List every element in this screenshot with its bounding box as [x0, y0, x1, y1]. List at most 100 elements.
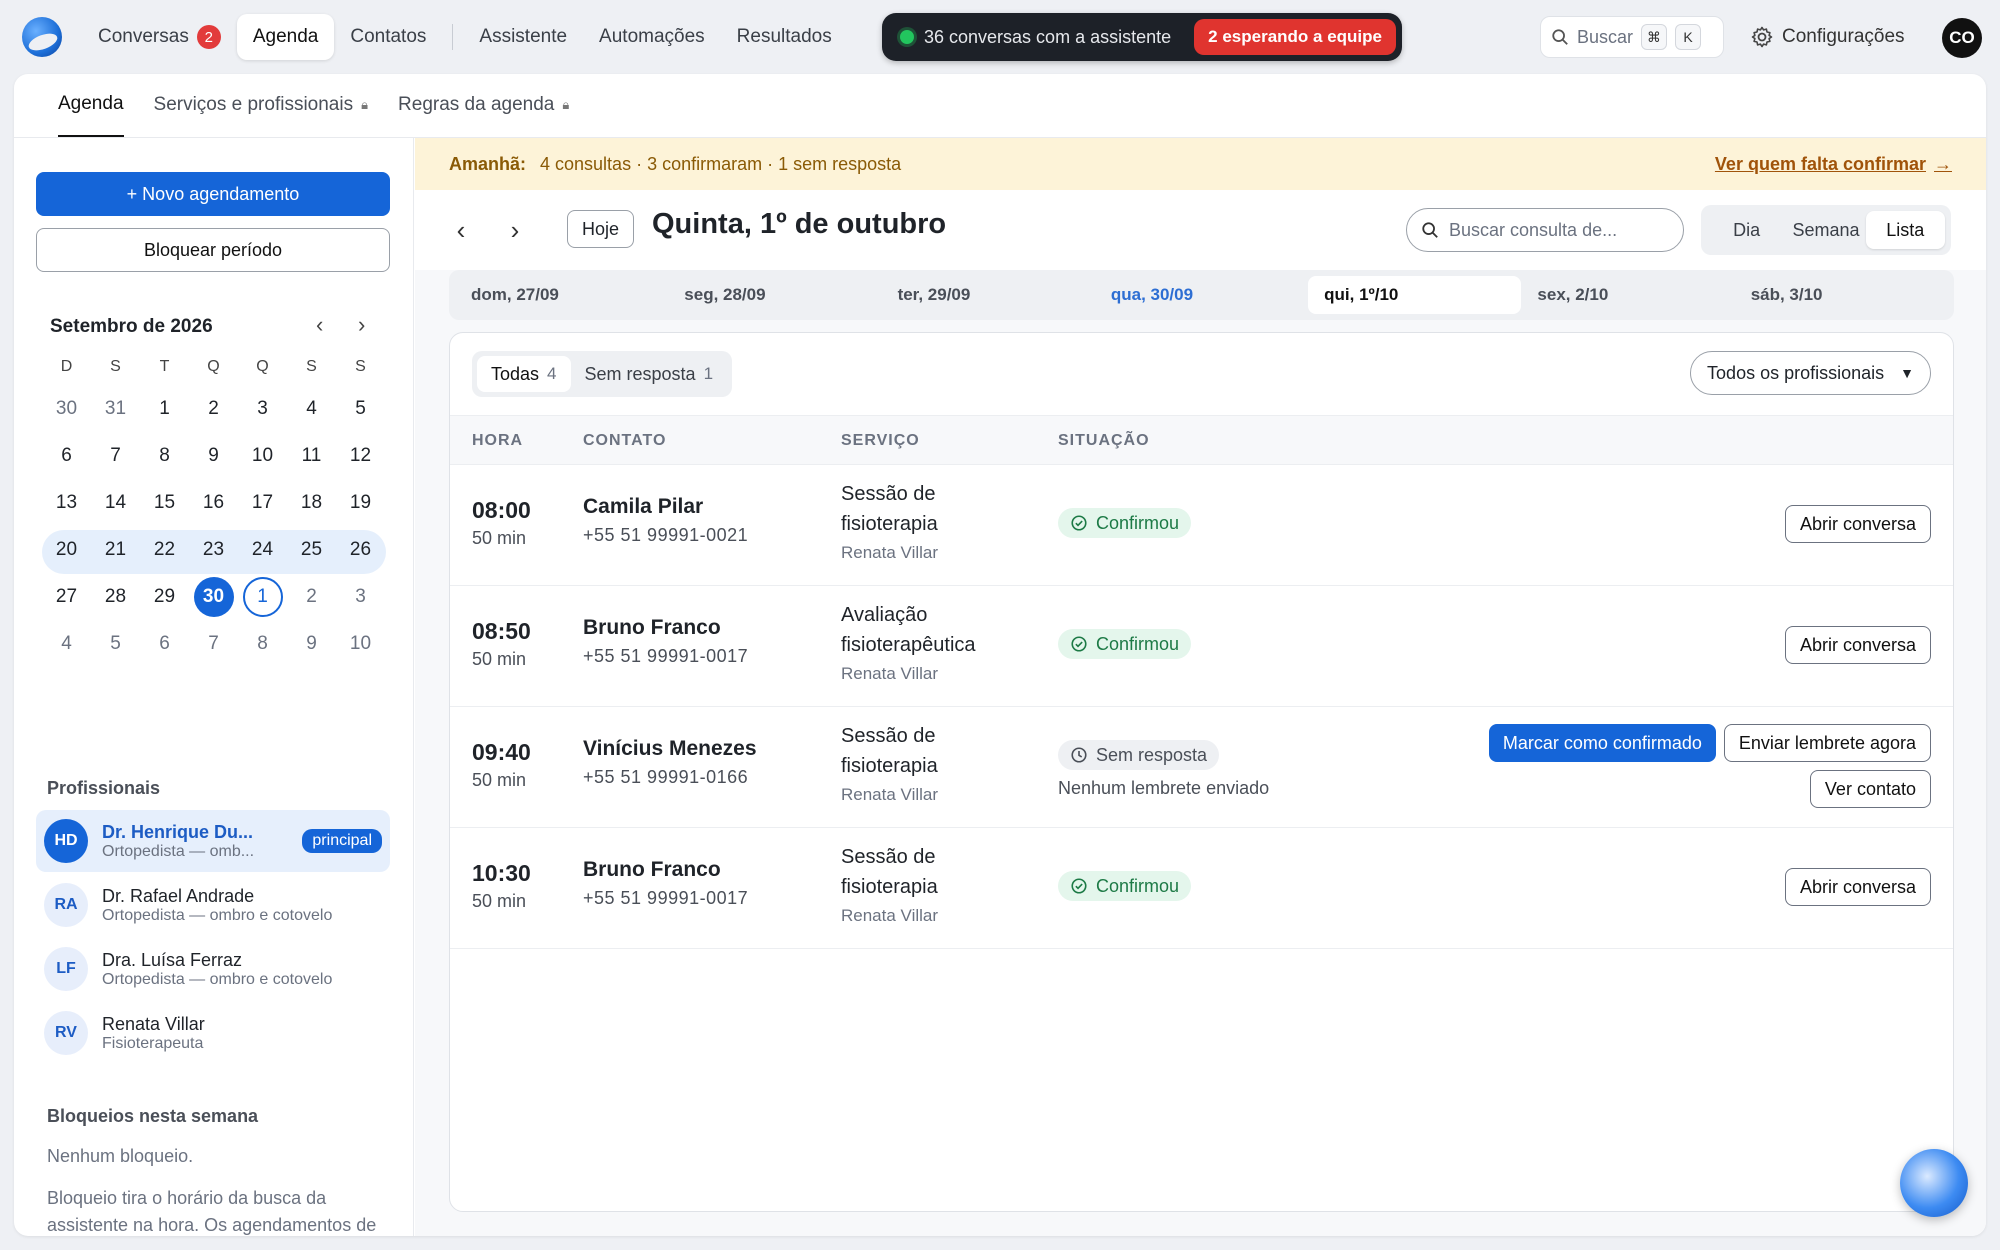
contact-name[interactable]: Bruno Franco	[583, 858, 748, 882]
view-day-button[interactable]: Dia	[1707, 211, 1786, 249]
professional-item[interactable]: RA Dr. Rafael Andrade Ortopedista — ombro …	[36, 874, 390, 936]
calendar-day[interactable]: 30	[42, 389, 91, 429]
week-day-tab[interactable]: ter, 29/09	[882, 276, 1095, 314]
assistant-status-pill[interactable]: 36 conversas com a assistente 2 esperand…	[882, 13, 1402, 61]
today-button[interactable]: Hoje	[567, 210, 635, 248]
calendar-day[interactable]: 7	[91, 436, 140, 476]
professional-filter-select[interactable]: Todos os profissionais ▼	[1690, 351, 1931, 395]
appointment-search-input[interactable]: Buscar consulta de...	[1406, 208, 1684, 252]
nav-automacoes[interactable]: Automações	[583, 14, 721, 60]
calendar-day[interactable]: 9	[287, 624, 336, 664]
calendar-day[interactable]: 12	[336, 436, 385, 476]
calendar-day-number: 5	[110, 633, 121, 654]
calendar-day[interactable]: 25	[287, 530, 336, 570]
calendar-day[interactable]: 23	[189, 530, 238, 570]
week-day-tab[interactable]: sáb, 3/10	[1735, 276, 1948, 314]
calendar-day[interactable]: 21	[91, 530, 140, 570]
tab-agenda[interactable]: Agenda	[58, 74, 124, 137]
professional-item[interactable]: LF Dra. Luísa Ferraz Ortopedista — ombro e…	[36, 938, 390, 1000]
week-day-tab[interactable]: qui, 1º/10	[1308, 276, 1522, 314]
chevron-left-icon[interactable]: ‹	[316, 312, 323, 338]
nav-contatos[interactable]: Contatos	[334, 14, 442, 60]
week-day-tab[interactable]: sex, 2/10	[1521, 276, 1734, 314]
calendar-day[interactable]: 17	[238, 483, 287, 523]
calendar-day[interactable]: 15	[140, 483, 189, 523]
settings-button[interactable]: Configurações	[1750, 16, 1905, 58]
open-conversation-button[interactable]: Abrir conversa	[1784, 626, 1931, 664]
calendar-day[interactable]: 19	[336, 483, 385, 523]
chevron-right-icon[interactable]: ›	[358, 312, 365, 338]
calendar-day[interactable]: 5	[91, 624, 140, 664]
calendar-day[interactable]: 6	[42, 436, 91, 476]
view-week-button[interactable]: Semana	[1786, 211, 1865, 249]
calendar-day[interactable]: 10	[238, 436, 287, 476]
calendar-day[interactable]: 4	[287, 389, 336, 429]
calendar-day[interactable]: 16	[189, 483, 238, 523]
calendar-day[interactable]: 27	[42, 577, 91, 617]
chevron-left-icon[interactable]: ‹	[445, 212, 477, 248]
nav-agenda[interactable]: Agenda	[236, 14, 335, 60]
view-contact-button[interactable]: Ver contato	[1809, 770, 1931, 808]
block-period-button[interactable]: Bloquear período	[36, 228, 390, 272]
calendar-day[interactable]: 4	[42, 624, 91, 664]
see-unconfirmed-link[interactable]: Ver quem falta confirmar →	[1715, 154, 1952, 175]
calendar-day[interactable]: 1	[238, 577, 287, 617]
contact-name[interactable]: Vinícius Menezes	[583, 737, 757, 761]
calendar-day[interactable]: 30	[189, 577, 238, 617]
filter-no-response[interactable]: Sem resposta 1	[571, 356, 728, 392]
nav-resultados[interactable]: Resultados	[721, 14, 848, 60]
chevron-right-icon[interactable]: ›	[499, 212, 531, 248]
calendar-day[interactable]: 11	[287, 436, 336, 476]
calendar-day[interactable]: 9	[189, 436, 238, 476]
calendar-day[interactable]: 8	[140, 436, 189, 476]
professional-role: Ortopedista — ombro e cotovelo	[102, 906, 333, 924]
calendar-day[interactable]: 1	[140, 389, 189, 429]
contact-name[interactable]: Camila Pilar	[583, 495, 748, 519]
calendar-day[interactable]: 2	[189, 389, 238, 429]
app-logo[interactable]	[22, 17, 62, 57]
calendar-day-number: 10	[349, 633, 372, 654]
tab-servicos-profissionais[interactable]: Serviços e profissionais 🔒︎	[154, 74, 369, 137]
week-day-tab[interactable]: seg, 28/09	[668, 276, 881, 314]
view-list-button[interactable]: Lista	[1865, 211, 1945, 249]
check-circle-icon	[1070, 877, 1088, 895]
calendar-day[interactable]: 13	[42, 483, 91, 523]
calendar-day[interactable]: 31	[91, 389, 140, 429]
contact-name[interactable]: Bruno Franco	[583, 616, 748, 640]
calendar-day[interactable]: 22	[140, 530, 189, 570]
status-cell: Confirmou	[1058, 508, 1192, 538]
calendar-day[interactable]: 3	[238, 389, 287, 429]
mark-confirmed-button[interactable]: Marcar como confirmado	[1488, 724, 1716, 762]
professional-info: Dra. Luísa Ferraz Ortopedista — ombro e c…	[102, 950, 382, 989]
tab-regras-agenda[interactable]: Regras da agenda 🔒︎	[398, 74, 569, 137]
week-day-tab[interactable]: qua, 30/09	[1095, 276, 1308, 314]
new-appointment-button[interactable]: + Novo agendamento	[36, 172, 390, 216]
calendar-day[interactable]: 6	[140, 624, 189, 664]
send-reminder-button[interactable]: Enviar lembrete agora	[1723, 724, 1931, 762]
calendar-day[interactable]: 24	[238, 530, 287, 570]
calendar-day[interactable]: 3	[336, 577, 385, 617]
open-conversation-button[interactable]: Abrir conversa	[1784, 505, 1931, 543]
user-avatar[interactable]: CO	[1942, 18, 1982, 58]
professional-item[interactable]: RV Renata Villar Fisioterapeuta	[36, 1002, 390, 1064]
calendar-day[interactable]: 29	[140, 577, 189, 617]
calendar-day[interactable]: 2	[287, 577, 336, 617]
calendar-day[interactable]: 7	[189, 624, 238, 664]
global-search[interactable]: Buscar ⌘ K	[1540, 16, 1724, 58]
calendar-day[interactable]: 18	[287, 483, 336, 523]
calendar-day[interactable]: 28	[91, 577, 140, 617]
calendar-day[interactable]: 26	[336, 530, 385, 570]
calendar-day[interactable]: 8	[238, 624, 287, 664]
open-conversation-button[interactable]: Abrir conversa	[1784, 868, 1931, 906]
nav-conversas[interactable]: Conversas 2	[82, 14, 237, 60]
nav-assistente[interactable]: Assistente	[463, 14, 583, 60]
filter-all[interactable]: Todas 4	[477, 356, 571, 392]
week-day-tab[interactable]: dom, 27/09	[455, 276, 668, 314]
assistant-chat-button[interactable]	[1900, 1149, 1968, 1217]
calendar-day[interactable]: 5	[336, 389, 385, 429]
calendar-day[interactable]: 20	[42, 530, 91, 570]
calendar-day[interactable]: 10	[336, 624, 385, 664]
calendar-day[interactable]: 14	[91, 483, 140, 523]
waiting-team-badge[interactable]: 2 esperando a equipe	[1194, 19, 1396, 55]
professional-item[interactable]: HD Dr. Henrique Du... Ortopedista — omb...…	[36, 810, 390, 872]
